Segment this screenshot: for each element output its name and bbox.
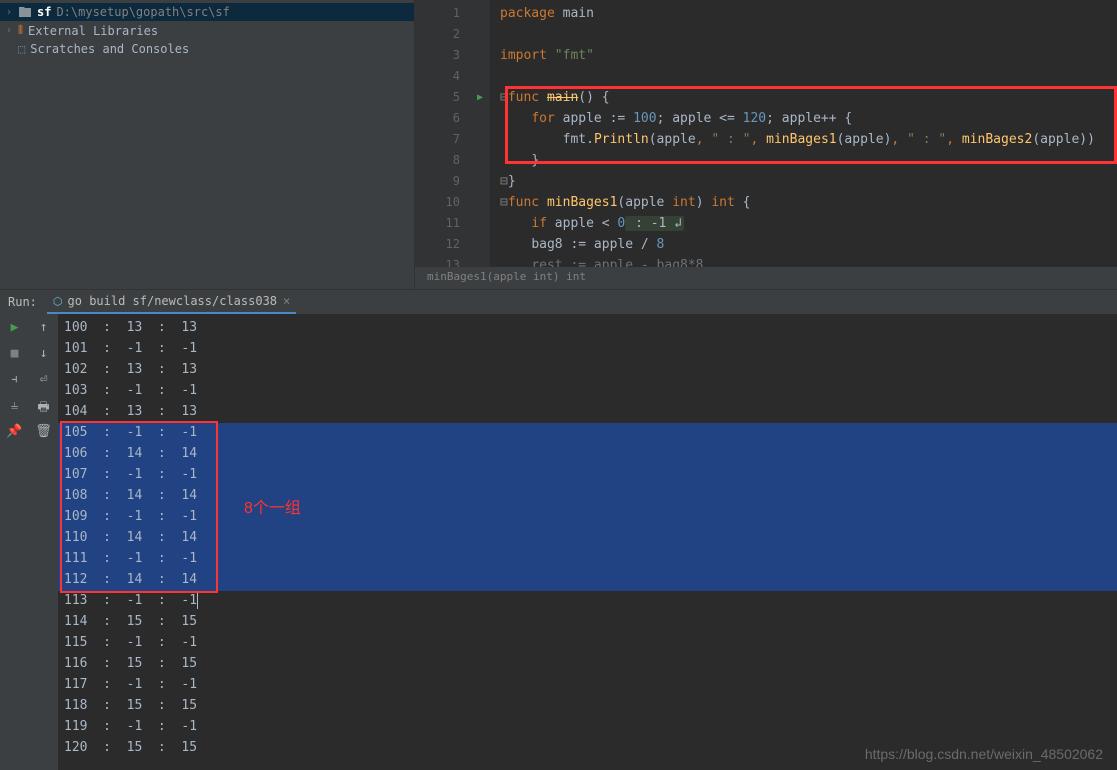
scratches-label: Scratches and Consoles xyxy=(30,42,189,56)
output-line: 117 : -1 : -1 xyxy=(64,674,1117,695)
output-line: 102 : 13 : 13 xyxy=(64,359,1117,380)
output-line: 104 : 13 : 13 xyxy=(64,401,1117,422)
output-line: 116 : 15 : 15 xyxy=(64,653,1117,674)
up-button[interactable]: ↑ xyxy=(35,320,53,338)
line-number: 8 xyxy=(415,150,470,171)
console-output[interactable]: 100 : 13 : 13101 : -1 : -1102 : 13 : 131… xyxy=(58,314,1117,770)
stop-button[interactable]: ■ xyxy=(6,346,24,364)
output-line: 110 : 14 : 14 xyxy=(64,527,1117,548)
code-area[interactable]: package main import "fmt" ⊟func main() {… xyxy=(490,0,1117,289)
layout-button[interactable]: ⫞ xyxy=(6,372,24,390)
output-line: 100 : 13 : 13 xyxy=(64,317,1117,338)
chevron-right-icon[interactable]: › xyxy=(6,25,18,36)
scratch-icon: ⬚ xyxy=(18,42,25,56)
run-toolbar: Run: ⬡ go build sf/newclass/class038 × xyxy=(0,290,1117,314)
close-icon[interactable]: × xyxy=(283,294,290,308)
chevron-right-icon[interactable]: › xyxy=(6,7,18,18)
external-libraries[interactable]: › ⫴ External Libraries xyxy=(0,21,414,40)
line-gutter[interactable]: 1 2 3 4 5 6 7 8 9 10 11 12 13 xyxy=(415,0,470,289)
run-tab[interactable]: ⬡ go build sf/newclass/class038 × xyxy=(47,290,296,314)
run-label: Run: xyxy=(8,295,37,309)
output-line: 103 : -1 : -1 xyxy=(64,380,1117,401)
output-line: 101 : -1 : -1 xyxy=(64,338,1117,359)
scratches-consoles[interactable]: ⬚ Scratches and Consoles xyxy=(0,40,414,58)
line-number: 2 xyxy=(415,24,470,45)
filter-button[interactable]: ⫨ xyxy=(6,398,24,416)
line-number: 11 xyxy=(415,213,470,234)
output-line: 113 : -1 : -1 xyxy=(64,590,1117,611)
line-number: 1 xyxy=(415,3,470,24)
project-tree[interactable]: › sf D:\mysetup\gopath\src\sf › ⫴ Extern… xyxy=(0,0,415,289)
output-line: 105 : -1 : -1 xyxy=(64,422,1117,443)
rerun-button[interactable]: ▶ xyxy=(6,320,24,338)
code-editor[interactable]: 1 2 3 4 5 6 7 8 9 10 11 12 13 ▶ xyxy=(415,0,1117,289)
folder-icon xyxy=(18,6,32,18)
line-number: 4 xyxy=(415,66,470,87)
output-line: 111 : -1 : -1 xyxy=(64,548,1117,569)
line-number: 5 xyxy=(415,87,470,108)
output-line: 119 : -1 : -1 xyxy=(64,716,1117,737)
run-marker-icon[interactable]: ▶ xyxy=(470,87,490,108)
project-root[interactable]: › sf D:\mysetup\gopath\src\sf xyxy=(0,3,414,21)
line-number: 7 xyxy=(415,129,470,150)
output-line: 106 : 14 : 14 xyxy=(64,443,1117,464)
breadcrumb[interactable]: minBages1(apple int) int xyxy=(427,270,586,283)
line-number: 9 xyxy=(415,171,470,192)
trash-button[interactable]: 🗑 xyxy=(35,424,53,442)
external-libs-label: External Libraries xyxy=(28,24,158,38)
pin-button[interactable]: 📌 xyxy=(6,424,24,442)
line-number: 3 xyxy=(415,45,470,66)
output-line: 109 : -1 : -1 xyxy=(64,506,1117,527)
run-tab-name: go build sf/newclass/class038 xyxy=(68,294,278,308)
output-line: 115 : -1 : -1 xyxy=(64,632,1117,653)
output-line: 108 : 14 : 14 xyxy=(64,485,1117,506)
gutter-icons: ▶ xyxy=(470,0,490,289)
print-button[interactable]: 🖶 xyxy=(35,398,53,416)
line-number: 10 xyxy=(415,192,470,213)
run-gutter: ▶ ■ ⫞ ⫨ 📌 ↑ ↓ ⏎ 🖶 🗑 xyxy=(0,314,58,770)
library-icon: ⫴ xyxy=(18,23,23,38)
project-path: D:\mysetup\gopath\src\sf xyxy=(56,5,229,19)
project-name: sf xyxy=(37,5,51,19)
output-line: 118 : 15 : 15 xyxy=(64,695,1117,716)
line-number: 12 xyxy=(415,234,470,255)
output-line: 112 : 14 : 14 xyxy=(64,569,1117,590)
annotation-text: 8个一组 xyxy=(244,494,301,518)
output-line: 120 : 15 : 15 xyxy=(64,737,1117,758)
breadcrumb-bar[interactable]: minBages1(apple int) int xyxy=(415,267,1117,289)
output-line: 107 : -1 : -1 xyxy=(64,464,1117,485)
down-button[interactable]: ↓ xyxy=(35,346,53,364)
output-line: 114 : 15 : 15 xyxy=(64,611,1117,632)
line-number: 6 xyxy=(415,108,470,129)
go-icon: ⬡ xyxy=(53,295,63,308)
wrap-button[interactable]: ⏎ xyxy=(35,372,53,390)
